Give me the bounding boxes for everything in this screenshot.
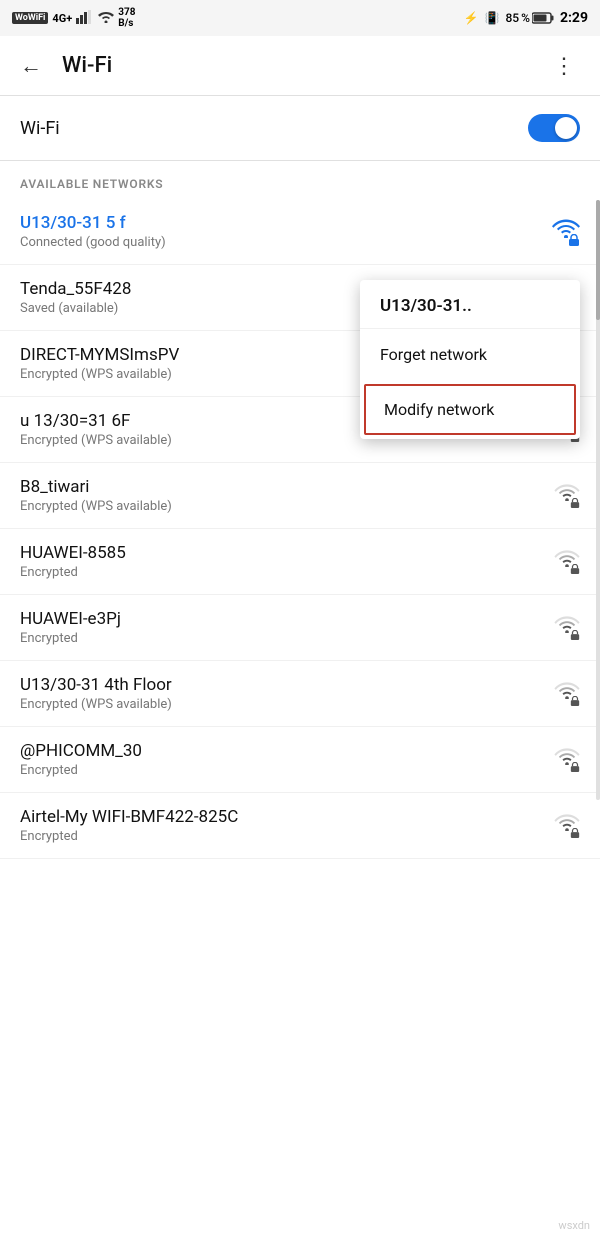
network-info-0: U13/30-31 5 f Connected (good quality) <box>20 213 552 250</box>
network-item-4[interactable]: B8_tiwari Encrypted (WPS available) <box>0 463 600 529</box>
network-info-8: @PHICOMM_30 Encrypted <box>20 741 554 778</box>
network-name-7: U13/30-31 4th Floor <box>20 675 554 695</box>
wifi-icon-0 <box>552 218 580 246</box>
wifi-lock-icon-6 <box>554 615 580 640</box>
status-bar: WoWiFi 4G+ 378B/s ⚡ 📳 85% <box>0 0 600 36</box>
network-name-4: B8_tiwari <box>20 477 554 497</box>
network-status-9: Encrypted <box>20 829 554 844</box>
battery-percent: 85 <box>505 11 519 25</box>
status-time: 2:29 <box>560 10 588 26</box>
scrollbar-track <box>596 200 600 800</box>
network-item-5[interactable]: HUAWEI-8585 Encrypted <box>0 529 600 595</box>
vowifi-icon: WoWiFi <box>12 12 48 24</box>
data-speed: 378B/s <box>118 7 135 29</box>
wifi-lock-icon-8 <box>554 747 580 772</box>
vibrate-icon: 📳 <box>485 11 500 25</box>
network-info-6: HUAWEI-e3Pj Encrypted <box>20 609 554 646</box>
page-title: Wi-Fi <box>62 53 545 78</box>
network-info-4: B8_tiwari Encrypted (WPS available) <box>20 477 554 514</box>
network-status-7: Encrypted (WPS available) <box>20 697 554 712</box>
status-right: ⚡ 📳 85% 2:29 <box>464 10 588 26</box>
network-item-8[interactable]: @PHICOMM_30 Encrypted <box>0 727 600 793</box>
context-menu-title: U13/30-31.. <box>360 280 580 329</box>
wifi-toggle-switch[interactable] <box>528 114 580 142</box>
wifi-lock-icon-4 <box>554 483 580 508</box>
network-status-6: Encrypted <box>20 631 554 646</box>
more-options-button[interactable]: ⋮ <box>545 49 584 83</box>
network-info-5: HUAWEI-8585 Encrypted <box>20 543 554 580</box>
network-status-5: Encrypted <box>20 565 554 580</box>
network-name-5: HUAWEI-8585 <box>20 543 554 563</box>
context-menu-forget-network[interactable]: Forget network <box>360 329 580 380</box>
back-button[interactable]: ← <box>16 49 46 83</box>
network-info-7: U13/30-31 4th Floor Encrypted (WPS avail… <box>20 675 554 712</box>
context-menu: U13/30-31.. Forget network Modify networ… <box>360 280 580 439</box>
network-item-connected[interactable]: U13/30-31 5 f Connected (good quality) <box>0 199 600 265</box>
network-name-6: HUAWEI-e3Pj <box>20 609 554 629</box>
wifi-toggle-row[interactable]: Wi-Fi <box>0 96 600 161</box>
bars-icon <box>76 10 94 27</box>
wifi-toggle-label: Wi-Fi <box>20 118 60 139</box>
network-status-4: Encrypted (WPS available) <box>20 499 554 514</box>
wifi-lock-icon-9 <box>554 813 580 838</box>
bluetooth-icon: ⚡ <box>464 11 479 25</box>
wifi-status-icon <box>98 11 114 26</box>
network-name-8: @PHICOMM_30 <box>20 741 554 761</box>
watermark: wsxdn <box>558 1219 590 1232</box>
network-status-0: Connected (good quality) <box>20 235 552 250</box>
context-menu-modify-network[interactable]: Modify network <box>364 384 576 435</box>
network-item-9[interactable]: Airtel-My WIFI-BMF422-825C Encrypted <box>0 793 600 859</box>
status-left: WoWiFi 4G+ 378B/s <box>12 7 135 29</box>
wifi-lock-icon-5 <box>554 549 580 574</box>
wifi-lock-icon-7 <box>554 681 580 706</box>
signal-strength: 4G+ <box>52 12 72 25</box>
network-name-9: Airtel-My WIFI-BMF422-825C <box>20 807 554 827</box>
network-info-9: Airtel-My WIFI-BMF422-825C Encrypted <box>20 807 554 844</box>
available-networks-header: AVAILABLE NETWORKS <box>0 161 600 199</box>
network-item-6[interactable]: HUAWEI-e3Pj Encrypted <box>0 595 600 661</box>
network-name-0: U13/30-31 5 f <box>20 213 552 233</box>
battery-indicator: 85% <box>505 11 553 25</box>
network-status-8: Encrypted <box>20 763 554 778</box>
network-item-7[interactable]: U13/30-31 4th Floor Encrypted (WPS avail… <box>0 661 600 727</box>
app-bar: ← Wi-Fi ⋮ <box>0 36 600 96</box>
scrollbar-thumb[interactable] <box>596 200 600 320</box>
